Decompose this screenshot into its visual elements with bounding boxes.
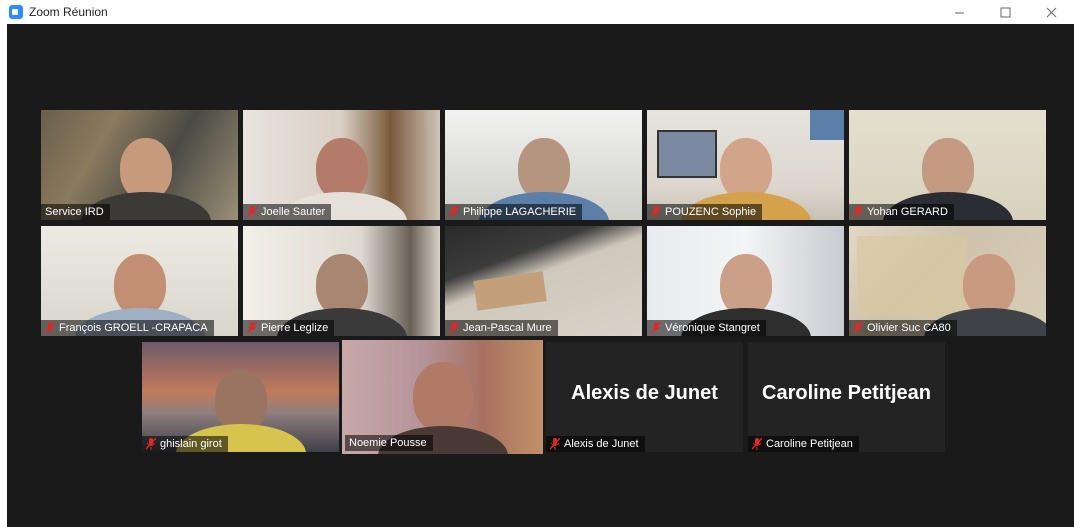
muted-mic-icon (651, 206, 661, 218)
participant-tile[interactable]: Véronique Stangret (647, 226, 844, 336)
participant-name-label: Pierre Leglize (243, 320, 335, 336)
video-gallery: Service IRD Joelle Sauter Philippe LAGAC… (7, 24, 1074, 527)
participant-name: Caroline Petitjean (766, 438, 853, 450)
participant-name: Alexis de Junet (564, 438, 639, 450)
muted-mic-icon (651, 322, 661, 334)
participant-name-label: Yohan GERARD (849, 204, 954, 220)
participant-name-label: ghislain girot (142, 436, 228, 452)
participant-tile[interactable]: Yohan GERARD (849, 110, 1046, 220)
muted-mic-icon (45, 322, 55, 334)
participant-name: François GROELL -CRAPACA (59, 322, 208, 334)
muted-mic-icon (449, 206, 459, 218)
participant-tile[interactable]: POUZENC Sophie (647, 110, 844, 220)
participant-name-label: POUZENC Sophie (647, 204, 763, 220)
title-bar: Zoom Réunion (0, 0, 1074, 24)
participant-tile[interactable]: ghislain girot (142, 342, 339, 452)
participant-name: Véronique Stangret (665, 322, 760, 334)
muted-mic-icon (853, 322, 863, 334)
minimize-button[interactable] (936, 0, 982, 24)
participant-tile[interactable]: Service IRD (41, 110, 238, 220)
muted-mic-icon (146, 438, 156, 450)
participant-name: Noemie Pousse (349, 437, 427, 449)
participant-name-label: Service IRD (41, 204, 110, 220)
window-title: Zoom Réunion (29, 5, 108, 19)
participant-name: Philippe LAGACHERIE (463, 206, 577, 218)
maximize-icon (1000, 7, 1010, 17)
participant-tile-no-video[interactable]: Caroline Petitjean Caroline Petitjean (748, 342, 945, 452)
participant-name: Jean-Pascal Mure (463, 322, 552, 334)
participant-name: Pierre Leglize (261, 322, 329, 334)
participant-display-name: Alexis de Junet (571, 382, 718, 404)
participant-name-label: Olivier Suc CA80 (849, 320, 957, 336)
participant-name: ghislain girot (160, 438, 222, 450)
participant-name: Olivier Suc CA80 (867, 322, 951, 334)
participant-tile[interactable]: Joelle Sauter (243, 110, 440, 220)
participant-name-label: Philippe LAGACHERIE (445, 204, 583, 220)
participant-name-label: Jean-Pascal Mure (445, 320, 558, 336)
participant-name-label: Véronique Stangret (647, 320, 766, 336)
participant-tile[interactable]: François GROELL -CRAPACA (41, 226, 238, 336)
muted-mic-icon (247, 322, 257, 334)
close-icon (1046, 7, 1056, 17)
muted-mic-icon (550, 438, 560, 450)
participant-name: Service IRD (45, 206, 104, 218)
participant-tile-active-speaker[interactable]: Noemie Pousse (342, 340, 543, 454)
participant-name-label: Joelle Sauter (243, 204, 332, 220)
participant-name-label: Alexis de Junet (546, 436, 645, 452)
participant-name: Joelle Sauter (261, 206, 326, 218)
participant-tile[interactable]: Jean-Pascal Mure (445, 226, 642, 336)
participant-name: POUZENC Sophie (665, 206, 757, 218)
muted-mic-icon (752, 438, 762, 450)
muted-mic-icon (247, 206, 257, 218)
participant-display-name: Caroline Petitjean (762, 382, 931, 404)
maximize-button[interactable] (982, 0, 1028, 24)
participant-tile[interactable]: Pierre Leglize (243, 226, 440, 336)
muted-mic-icon (853, 206, 863, 218)
participant-tile-no-video[interactable]: Alexis de Junet Alexis de Junet (546, 342, 743, 452)
participant-tile[interactable]: Philippe LAGACHERIE (445, 110, 642, 220)
participant-name: Yohan GERARD (867, 206, 948, 218)
close-button[interactable] (1028, 0, 1074, 24)
minimize-icon (954, 12, 964, 13)
participant-name-label: Caroline Petitjean (748, 436, 859, 452)
zoom-app-icon (9, 5, 23, 19)
muted-mic-icon (449, 322, 459, 334)
participant-name-label: François GROELL -CRAPACA (41, 320, 214, 336)
participant-name-label: Noemie Pousse (345, 435, 433, 451)
window-controls (936, 0, 1074, 24)
participant-tile[interactable]: Olivier Suc CA80 (849, 226, 1046, 336)
